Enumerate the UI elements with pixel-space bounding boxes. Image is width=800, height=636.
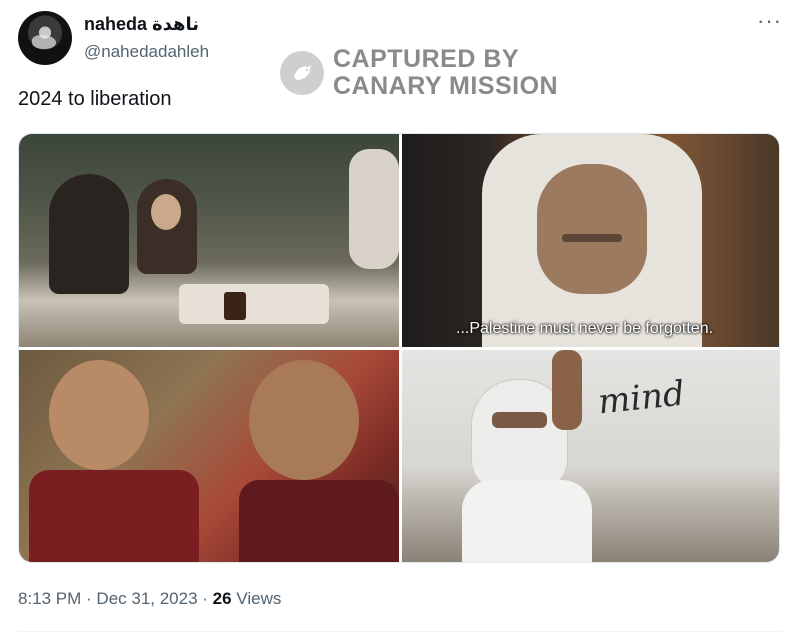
canary-bird-icon [280,51,324,95]
tweet-text: 2024 to liberation [18,88,172,110]
tweet-timestamp[interactable]: 8:13 PM · Dec 31, 2023 · 26 Views [18,589,281,609]
photo-elderly-man[interactable]: ...Palestine must never be forgotten. [402,134,779,347]
views-count: 26 [212,589,232,608]
views-label: Views [231,589,282,608]
divider [18,631,782,632]
author-handle[interactable]: @nahedadahleh [84,42,209,62]
photo-women-embroidered-dress[interactable] [19,350,399,562]
tweet-date: Dec 31, 2023 [96,589,198,608]
watermark-line-2: CANARY MISSION [333,72,559,100]
author-display-name[interactable]: naheda ناهدة [84,14,199,35]
photo-subtitle: ...Palestine must never be forgotten. [456,320,714,337]
watermark-line-1: CAPTURED BY [333,45,520,73]
media-grid: ...Palestine must never be forgotten. mi… [18,133,780,563]
separator: · [81,589,97,608]
separator: · [197,589,213,608]
graffiti-text: mind [596,373,687,423]
more-options-icon[interactable]: ··· [757,8,782,34]
author-avatar[interactable] [18,11,72,65]
photo-women-at-table[interactable] [19,134,399,347]
watermark-text: CAPTURED BY CANARY MISSION [333,46,558,100]
photo-masked-youth[interactable]: mind [402,350,779,562]
tweet-time: 8:13 PM [18,589,82,608]
